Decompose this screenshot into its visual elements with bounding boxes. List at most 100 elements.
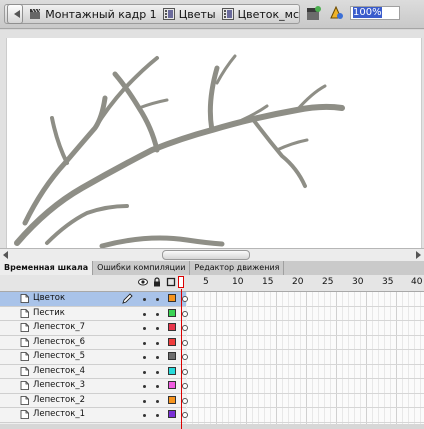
layer-row[interactable]: Лепесток_2 <box>0 393 186 408</box>
playhead-marker[interactable] <box>178 276 184 288</box>
lock-toggle[interactable] <box>156 385 159 388</box>
visibility-toggle[interactable] <box>143 356 146 359</box>
layer-page-icon <box>20 395 29 405</box>
layer-row[interactable]: Лепесток_5 <box>0 350 186 365</box>
frame-row-separator <box>187 392 424 394</box>
lock-toggle[interactable] <box>156 414 159 417</box>
pencil-icon <box>122 293 133 304</box>
layer-list: Цветок Пестик Лепесток_7 Лепесток_6 Лепесток… <box>0 292 186 423</box>
layer-page-icon <box>20 366 29 376</box>
layer-name[interactable]: Лепесток_3 <box>33 379 85 392</box>
stage-canvas[interactable] <box>6 38 422 248</box>
lock-toggle[interactable] <box>156 370 159 374</box>
layer-name[interactable]: Лепесток_6 <box>33 336 85 349</box>
layer-outline-color[interactable] <box>168 366 176 375</box>
layer-outline-color[interactable] <box>168 308 176 317</box>
layer-name[interactable]: Лепесток_1 <box>33 408 85 421</box>
layer-outline-color[interactable] <box>168 410 176 418</box>
visibility-toggle[interactable] <box>143 312 146 316</box>
frame-number: 40 <box>411 277 423 287</box>
back-button[interactable] <box>7 4 24 24</box>
keyframe[interactable] <box>182 325 188 331</box>
stage-area[interactable] <box>0 30 424 248</box>
edit-scene-icon[interactable] <box>306 5 322 21</box>
breadcrumb-item-flower-mc[interactable]: Цветок_мс <box>221 8 299 21</box>
keyframe[interactable] <box>182 383 188 389</box>
layer-row[interactable]: Лепесток_1 <box>0 408 186 423</box>
layer-outline-color[interactable] <box>168 323 176 331</box>
layer-row[interactable]: Лепесток_6 <box>0 335 186 350</box>
frame-row-separator <box>187 305 424 307</box>
layer-page-icon <box>20 294 29 303</box>
lock-toggle[interactable] <box>156 298 159 301</box>
frame-number: 5 <box>203 277 209 287</box>
movieclip-icon <box>221 8 234 20</box>
eye-icon[interactable] <box>138 277 148 287</box>
layer-row[interactable]: Цветок <box>0 292 186 307</box>
lock-toggle[interactable] <box>156 399 159 403</box>
keyframe[interactable] <box>182 368 188 375</box>
zoom-value: 100% <box>353 7 382 18</box>
lock-toggle[interactable] <box>156 356 159 359</box>
keyframe[interactable] <box>182 354 188 360</box>
layer-outline-color[interactable] <box>168 352 176 360</box>
keyframe[interactable] <box>182 339 188 346</box>
layer-name[interactable]: Пестик <box>33 307 65 320</box>
lock-toggle[interactable] <box>156 327 159 330</box>
layer-name[interactable]: Лепесток_2 <box>33 394 85 407</box>
lock-toggle[interactable] <box>156 341 159 345</box>
frame-row-separator <box>187 378 424 379</box>
visibility-toggle[interactable] <box>143 298 146 301</box>
layer-name[interactable]: Лепесток_7 <box>33 321 85 334</box>
lock-icon[interactable] <box>152 277 162 287</box>
layer-row[interactable]: Лепесток_4 <box>0 364 186 379</box>
layer-outline-color[interactable] <box>168 395 176 404</box>
keyframe[interactable] <box>182 310 188 317</box>
scene-clapper-icon <box>30 8 41 19</box>
breadcrumb-item-flowers[interactable]: Цветы <box>162 7 216 21</box>
layer-name[interactable]: Цветок <box>33 292 65 305</box>
visibility-toggle[interactable] <box>143 370 146 374</box>
tab-motion-editor[interactable]: Редактор движения <box>190 261 285 275</box>
playhead-line <box>181 289 182 429</box>
branch-strokes <box>14 54 345 248</box>
edit-symbols-icon[interactable] <box>328 5 344 21</box>
visibility-toggle[interactable] <box>143 414 146 417</box>
tab-timeline[interactable]: Временная шкала <box>0 261 94 275</box>
visibility-toggle[interactable] <box>143 399 146 403</box>
visibility-toggle[interactable] <box>143 327 146 330</box>
breadcrumb-label: Цветы <box>178 7 216 21</box>
outline-icon[interactable] <box>166 277 176 287</box>
frame-row-separator <box>187 363 424 365</box>
scroll-right-arrow-icon[interactable] <box>416 251 421 259</box>
timeline-panel: 5 10 15 20 25 30 35 40 Цветок Пестик Лепес… <box>0 275 424 429</box>
breadcrumb-label: Монтажный кадр 1 <box>45 7 157 21</box>
branch-artwork[interactable] <box>7 38 421 248</box>
movieclip-icon <box>162 8 175 20</box>
keyframe[interactable] <box>182 397 188 404</box>
layer-row[interactable]: Лепесток_3 <box>0 379 186 394</box>
tab-compiler-errors[interactable]: Ошибки компиляции <box>93 261 191 275</box>
layer-row[interactable]: Лепесток_7 <box>0 321 186 336</box>
layer-name[interactable]: Лепесток_4 <box>33 365 85 378</box>
layer-outline-color[interactable] <box>168 294 176 302</box>
layer-page-icon <box>20 337 29 347</box>
stage-horizontal-scrollbar[interactable] <box>0 248 424 262</box>
layer-row[interactable]: Пестик <box>0 306 186 321</box>
layer-outline-color[interactable] <box>168 381 176 389</box>
layer-page-icon <box>20 410 29 419</box>
lock-toggle[interactable] <box>156 312 159 316</box>
frame-number: 20 <box>292 277 304 287</box>
layer-outline-color[interactable] <box>168 337 176 346</box>
keyframe[interactable] <box>182 296 188 302</box>
scrollbar-thumb[interactable] <box>162 250 250 260</box>
breadcrumb-item-scene[interactable]: Монтажный кадр 1 <box>29 7 157 21</box>
scroll-left-arrow-icon[interactable] <box>3 251 8 259</box>
visibility-toggle[interactable] <box>143 385 146 388</box>
keyframe[interactable] <box>182 412 188 418</box>
frame-row-separator <box>187 407 424 408</box>
frame-grid[interactable] <box>182 292 424 424</box>
visibility-toggle[interactable] <box>143 341 146 345</box>
layer-name[interactable]: Лепесток_5 <box>33 350 85 363</box>
zoom-field[interactable]: 100% <box>350 6 400 20</box>
